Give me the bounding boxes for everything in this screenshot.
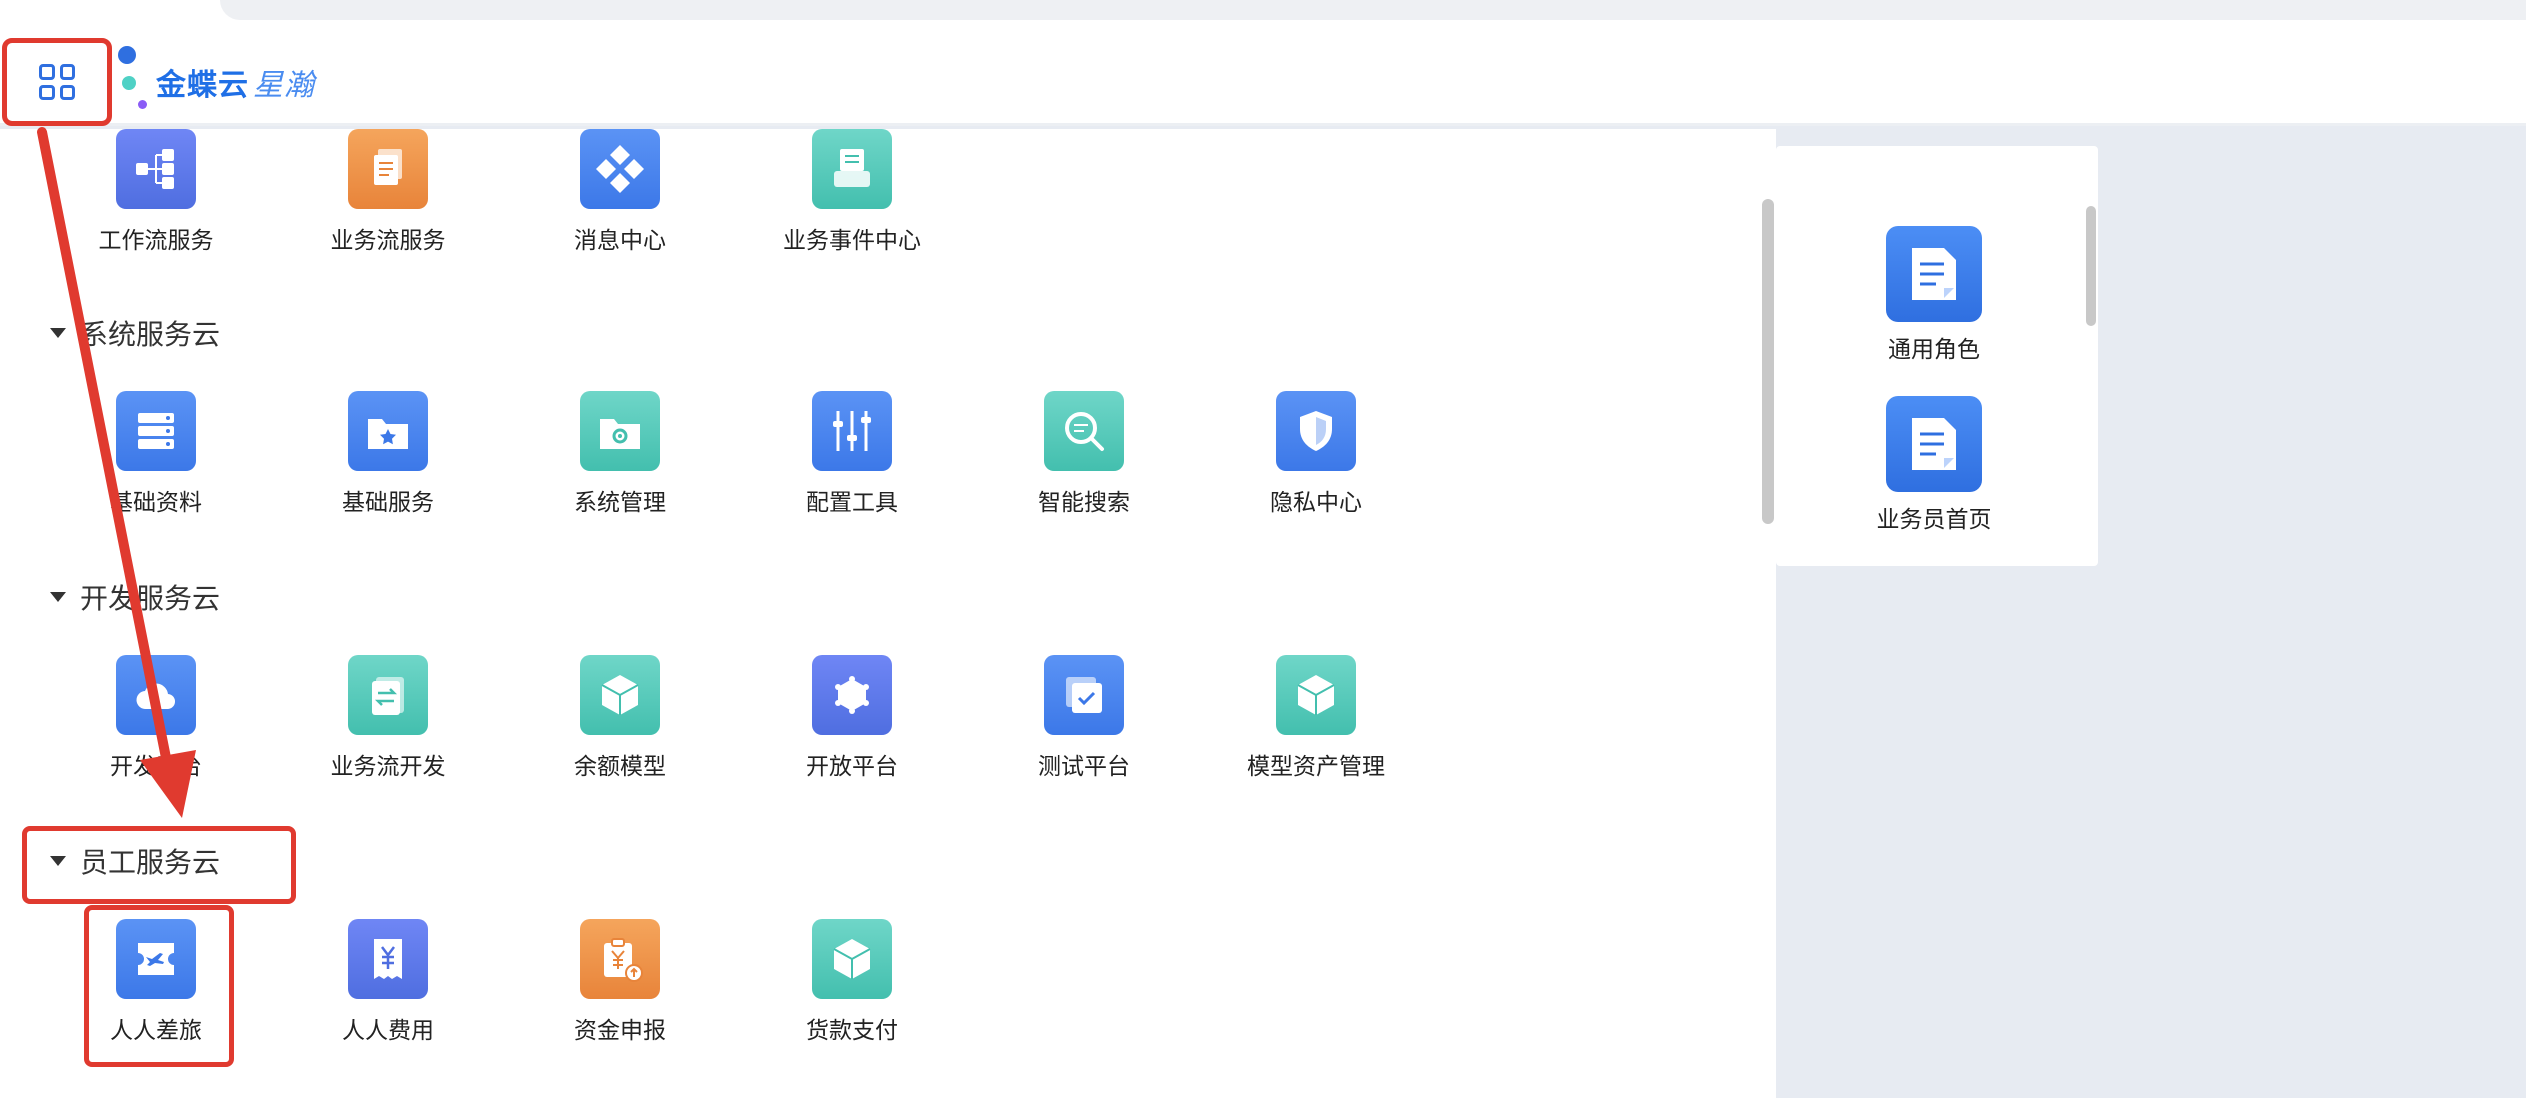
section-header-dev-cloud[interactable]: 开发服务云 xyxy=(50,577,220,617)
panel-scrollbar[interactable] xyxy=(1762,199,1774,524)
caret-down-icon xyxy=(50,328,66,338)
highlight-everyone-travel xyxy=(84,905,234,1067)
logo-text: 金蝶云 星瀚 xyxy=(156,68,315,103)
hexagon-network-icon xyxy=(812,655,892,735)
app-item-workflow-service[interactable]: 工作流服务 xyxy=(56,129,256,269)
app-label: 配置工具 xyxy=(806,490,898,516)
app-label: 业务流开发 xyxy=(330,754,446,780)
diamond-grid-icon xyxy=(580,129,660,209)
app-label: 基础资料 xyxy=(110,490,202,516)
server-icon xyxy=(116,391,196,471)
app-label: 模型资产管理 xyxy=(1247,754,1385,780)
app-label: 隐私中心 xyxy=(1270,490,1362,516)
yen-clipboard-icon xyxy=(580,919,660,999)
search-icon xyxy=(1044,391,1124,471)
document-icon xyxy=(1886,396,1982,492)
app-menu-button[interactable] xyxy=(2,38,112,126)
address-bar[interactable] xyxy=(220,0,2526,20)
gear-folder-icon xyxy=(580,391,660,471)
cube-icon xyxy=(580,655,660,735)
app-label: 工作流服务 xyxy=(98,228,214,254)
app-item-smart-search[interactable]: 智能搜索 xyxy=(984,391,1184,531)
card-item-general-role[interactable]: 通用角色 xyxy=(1846,226,2046,386)
card-label: 通用角色 xyxy=(1888,337,1980,363)
app-item-message-center[interactable]: 消息中心 xyxy=(520,129,720,269)
document-icon xyxy=(1886,226,1982,322)
app-item-model-asset-management[interactable]: 模型资产管理 xyxy=(1216,655,1416,795)
app-label: 测试平台 xyxy=(1038,754,1130,780)
shield-icon xyxy=(1276,391,1356,471)
app-item-everyone-expense[interactable]: 人人费用 xyxy=(288,919,488,1059)
cube-icon xyxy=(812,919,892,999)
app-item-basic-data[interactable]: 基础资料 xyxy=(56,391,256,531)
app-label: 智能搜索 xyxy=(1038,490,1130,516)
app-label: 开放平台 xyxy=(806,754,898,780)
app-item-system-management[interactable]: 系统管理 xyxy=(520,391,720,531)
app-item-fund-declaration[interactable]: 资金申报 xyxy=(520,919,720,1059)
section-header-system-cloud[interactable]: 系统服务云 xyxy=(50,313,220,353)
app-item-privacy-center[interactable]: 隐私中心 xyxy=(1216,391,1416,531)
section-title: 开发服务云 xyxy=(80,582,221,615)
card-item-salesman-home[interactable]: 业务员首页 xyxy=(1846,396,2046,556)
app-label: 消息中心 xyxy=(574,228,666,254)
card-label: 业务员首页 xyxy=(1876,507,1992,533)
app-item-payment[interactable]: 货款支付 xyxy=(752,919,952,1059)
top-header: 金蝶云 星瀚 xyxy=(0,30,2526,126)
highlight-employee-cloud-header xyxy=(22,826,296,904)
app-item-test-platform[interactable]: 测试平台 xyxy=(984,655,1184,795)
star-folder-icon xyxy=(348,391,428,471)
app-label: 系统管理 xyxy=(574,490,666,516)
card-scrollbar[interactable] xyxy=(2086,206,2096,326)
app-panel: 工作流服务 业务流服务 消息中心 业务事件中心 系统服务云 基础资料 基础服务 xyxy=(0,129,1776,1098)
document-stack-icon xyxy=(348,129,428,209)
right-card: 通用角色 业务员首页 xyxy=(1776,146,2098,566)
app-label: 开发平台 xyxy=(110,754,202,780)
app-item-dev-platform[interactable]: 开发平台 xyxy=(56,655,256,795)
app-item-balance-model[interactable]: 余额模型 xyxy=(520,655,720,795)
logo-dot xyxy=(138,100,147,109)
app-item-business-event-center[interactable]: 业务事件中心 xyxy=(752,129,952,269)
app-label: 业务事件中心 xyxy=(783,228,921,254)
app-item-basic-service[interactable]: 基础服务 xyxy=(288,391,488,531)
printer-icon xyxy=(812,129,892,209)
yen-receipt-icon xyxy=(348,919,428,999)
app-item-open-platform[interactable]: 开放平台 xyxy=(752,655,952,795)
check-window-icon xyxy=(1044,655,1124,735)
logo-dot xyxy=(122,76,136,90)
caret-down-icon xyxy=(50,592,66,602)
app-label: 资金申报 xyxy=(574,1018,666,1044)
app-item-business-flow-dev[interactable]: 业务流开发 xyxy=(288,655,488,795)
logo[interactable]: 金蝶云 星瀚 xyxy=(108,46,348,118)
cloud-icon xyxy=(116,655,196,735)
cube-icon xyxy=(1276,655,1356,735)
app-label: 业务流服务 xyxy=(330,228,446,254)
app-item-config-tool[interactable]: 配置工具 xyxy=(752,391,952,531)
swap-document-icon xyxy=(348,655,428,735)
app-label: 余额模型 xyxy=(574,754,666,780)
section-title: 系统服务云 xyxy=(80,318,221,351)
app-grid-icon xyxy=(39,64,75,100)
app-label: 基础服务 xyxy=(342,490,434,516)
app-label: 货款支付 xyxy=(806,1018,898,1044)
browser-strip xyxy=(0,0,2526,30)
workflow-icon xyxy=(116,129,196,209)
app-item-business-flow-service[interactable]: 业务流服务 xyxy=(288,129,488,269)
sliders-icon xyxy=(812,391,892,471)
logo-dot xyxy=(118,46,136,64)
app-label: 人人费用 xyxy=(342,1018,434,1044)
